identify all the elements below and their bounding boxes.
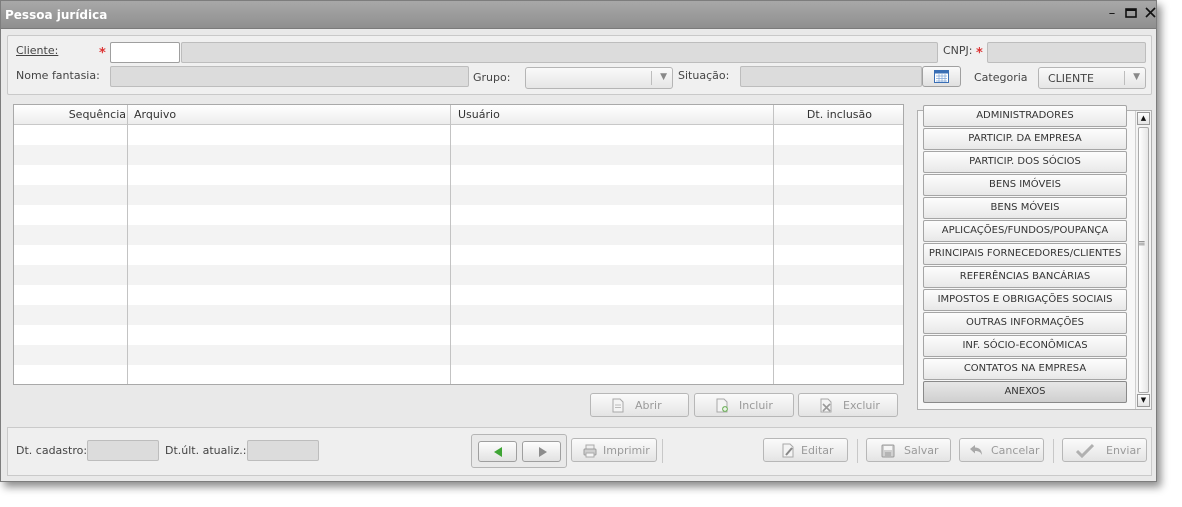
window-title: Pessoa jurídica xyxy=(5,8,108,22)
cnpj-field xyxy=(987,42,1146,63)
dt-ult-atualiz-field xyxy=(247,440,319,461)
situacao-field xyxy=(740,66,922,87)
record-navigation xyxy=(471,434,567,468)
situacao-label: Situação: xyxy=(678,69,730,82)
nome-fantasia-field xyxy=(110,66,469,87)
section-button-9[interactable]: OUTRAS INFORMAÇÕES xyxy=(923,312,1127,334)
cliente-code-input[interactable] xyxy=(110,42,180,63)
printer-icon xyxy=(583,444,597,458)
cliente-name-field xyxy=(181,42,938,63)
categoria-label: Categoria xyxy=(974,71,1028,84)
calendar-button[interactable] xyxy=(922,66,961,87)
anexos-table[interactable]: Sequência Arquivo Usuário Dt. inclusão xyxy=(13,104,904,385)
table-header: Sequência Arquivo Usuário Dt. inclusão xyxy=(14,105,903,125)
cnpj-required-marker: * xyxy=(976,46,983,61)
chevron-down-icon: ▼ xyxy=(1133,72,1140,82)
open-file-icon xyxy=(612,398,624,413)
minimize-icon[interactable]: – xyxy=(1105,7,1119,21)
chevron-down-icon: ▼ xyxy=(660,72,667,82)
undo-arrow-icon xyxy=(970,445,982,455)
section-button-10[interactable]: INF. SÓCIO-ECONÔMICAS xyxy=(923,335,1127,357)
sections-list: ADMINISTRADORES PARTICIP. DA EMPRESA PARTI… xyxy=(917,105,1152,410)
section-button-6[interactable]: PRINCIPAIS FORNECEDORES/CLIENTES xyxy=(923,243,1127,265)
scroll-thumb[interactable] xyxy=(1138,127,1149,393)
arrow-right-icon xyxy=(539,447,547,457)
section-button-3[interactable]: BENS IMÓVEIS xyxy=(923,174,1127,196)
arrow-left-icon xyxy=(494,447,502,457)
pessoa-juridica-window: Pessoa jurídica – Cliente: * CNPJ: * Nom… xyxy=(0,0,1157,482)
nome-fantasia-label: Nome fantasia: xyxy=(16,69,100,82)
cliente-required-marker: * xyxy=(99,46,106,61)
column-header-arquivo[interactable]: Arquivo xyxy=(134,108,176,121)
title-bar[interactable]: Pessoa jurídica – xyxy=(1,1,1156,29)
delete-file-icon xyxy=(820,398,832,413)
column-header-usuario[interactable]: Usuário xyxy=(458,108,500,121)
grip-icon: ≡ xyxy=(1138,239,1146,249)
section-button-4[interactable]: BENS MÓVEIS xyxy=(923,197,1127,219)
dt-ult-atualiz-label: Dt.últ. atualiz.: xyxy=(165,444,247,457)
dt-cadastro-label: Dt. cadastro: xyxy=(16,444,88,457)
section-button-5[interactable]: APLICAÇÕES/FUNDOS/POUPANÇA xyxy=(923,220,1127,242)
section-button-1[interactable]: PARTICIP. DA EMPRESA xyxy=(923,128,1127,150)
maximize-icon[interactable] xyxy=(1124,7,1138,21)
section-button-8[interactable]: IMPOSTOS E OBRIGAÇÕES SOCIAIS xyxy=(923,289,1127,311)
section-button-11[interactable]: CONTATOS NA EMPRESA xyxy=(923,358,1127,380)
grupo-label: Grupo: xyxy=(473,71,511,84)
client-header-panel: Cliente: * CNPJ: * Nome fantasia: Grupo:… xyxy=(7,35,1152,95)
section-button-12[interactable]: ANEXOS xyxy=(923,381,1127,403)
calendar-icon xyxy=(934,70,949,83)
column-header-dt-inclusao[interactable]: Dt. inclusão xyxy=(807,108,872,121)
checkmark-icon xyxy=(1076,443,1094,458)
enviar-button[interactable]: Enviar xyxy=(1062,438,1147,462)
categoria-select[interactable]: CLIENTE ▼ xyxy=(1038,67,1146,89)
salvar-button[interactable]: Salvar xyxy=(866,438,951,462)
excluir-button[interactable]: Excluir xyxy=(798,393,898,417)
scroll-down-icon[interactable]: ▼ xyxy=(1137,394,1150,407)
save-disk-icon xyxy=(881,444,895,458)
cliente-label[interactable]: Cliente: xyxy=(16,44,58,57)
section-button-2[interactable]: PARTICIP. DOS SÓCIOS xyxy=(923,151,1127,173)
add-file-icon xyxy=(716,398,728,413)
imprimir-button[interactable]: Imprimir xyxy=(571,438,657,462)
grupo-select[interactable]: ▼ xyxy=(525,67,673,89)
editar-button[interactable]: Editar xyxy=(763,438,848,462)
column-header-sequencia[interactable]: Sequência xyxy=(69,108,126,121)
cancelar-button[interactable]: Cancelar xyxy=(959,438,1044,462)
cnpj-label: CNPJ: xyxy=(943,44,973,57)
footer-panel: Dt. cadastro: Dt.últ. atualiz.: Imprimir… xyxy=(7,427,1152,476)
incluir-button[interactable]: Incluir xyxy=(694,393,794,417)
sections-scrollbar[interactable]: ▲ ≡ ▼ xyxy=(1135,111,1151,409)
section-button-7[interactable]: REFERÊNCIAS BANCÁRIAS xyxy=(923,266,1127,288)
close-icon[interactable] xyxy=(1143,7,1157,21)
abrir-button[interactable]: Abrir xyxy=(590,393,689,417)
scroll-up-icon[interactable]: ▲ xyxy=(1137,112,1150,125)
section-button-0[interactable]: ADMINISTRADORES xyxy=(923,105,1127,127)
previous-record-button[interactable] xyxy=(478,441,517,462)
next-record-button[interactable] xyxy=(522,441,561,462)
pencil-icon xyxy=(782,443,794,458)
dt-cadastro-field xyxy=(87,440,159,461)
